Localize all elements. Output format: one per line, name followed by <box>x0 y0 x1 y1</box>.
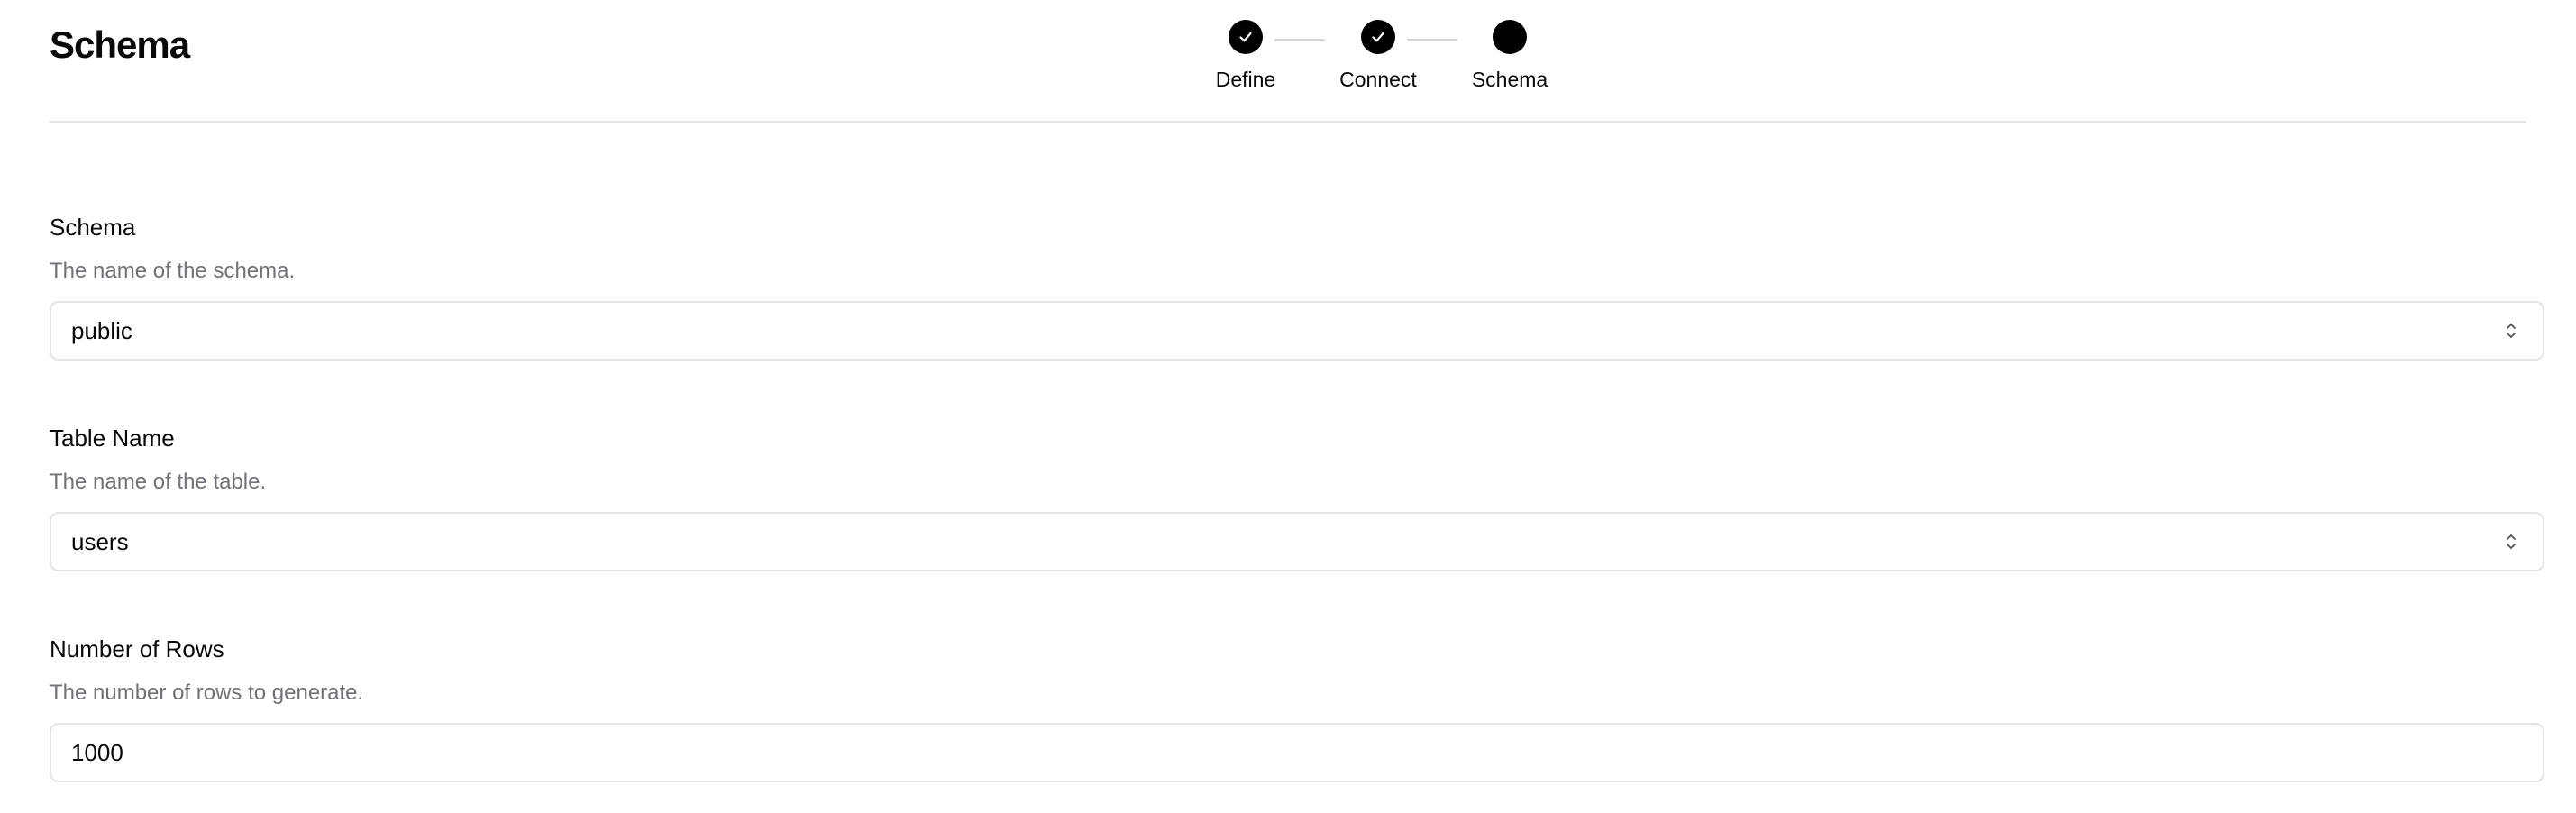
check-icon <box>1239 32 1252 42</box>
step-label: Connect <box>1339 68 1417 91</box>
step-complete-indicator <box>1229 20 1263 54</box>
step-schema[interactable]: Schema <box>1456 20 1564 92</box>
schema-label: Schema <box>50 214 136 241</box>
table-name-select-value: users <box>71 528 129 555</box>
schema-select[interactable]: public <box>50 301 2544 361</box>
row-count-field: Number of Rows The number of rows to gen… <box>50 635 2544 782</box>
page-header: Schema Define Connect Schema <box>50 0 2526 123</box>
schema-field: Schema The name of the schema. public <box>50 213 2544 361</box>
table-name-label: Table Name <box>50 425 175 452</box>
stepper: Define Connect Schema <box>1203 20 1618 101</box>
step-current-indicator <box>1493 20 1527 54</box>
step-complete-indicator <box>1361 20 1395 54</box>
table-name-field: Table Name The name of the table. users <box>50 424 2544 571</box>
row-count-input[interactable] <box>50 723 2544 782</box>
table-name-select[interactable]: users <box>50 512 2544 571</box>
row-count-description: The number of rows to generate. <box>50 681 364 705</box>
step-connect[interactable]: Connect <box>1324 20 1432 92</box>
table-name-description: The name of the table. <box>50 470 267 494</box>
check-icon <box>1372 32 1384 42</box>
step-label: Schema <box>1471 68 1548 91</box>
chevron-up-down-icon <box>2503 530 2519 553</box>
schema-description: The name of the schema. <box>50 259 296 283</box>
page-title: Schema <box>50 23 190 66</box>
chevron-up-down-icon <box>2503 319 2519 343</box>
schema-select-value: public <box>71 317 132 344</box>
schema-form: Schema The name of the schema. public Ta… <box>50 123 2544 782</box>
step-label: Define <box>1215 68 1276 91</box>
step-define[interactable]: Define <box>1192 20 1300 92</box>
row-count-label: Number of Rows <box>50 635 224 662</box>
page: Schema Define Connect Schema Schema The … <box>0 0 2576 813</box>
